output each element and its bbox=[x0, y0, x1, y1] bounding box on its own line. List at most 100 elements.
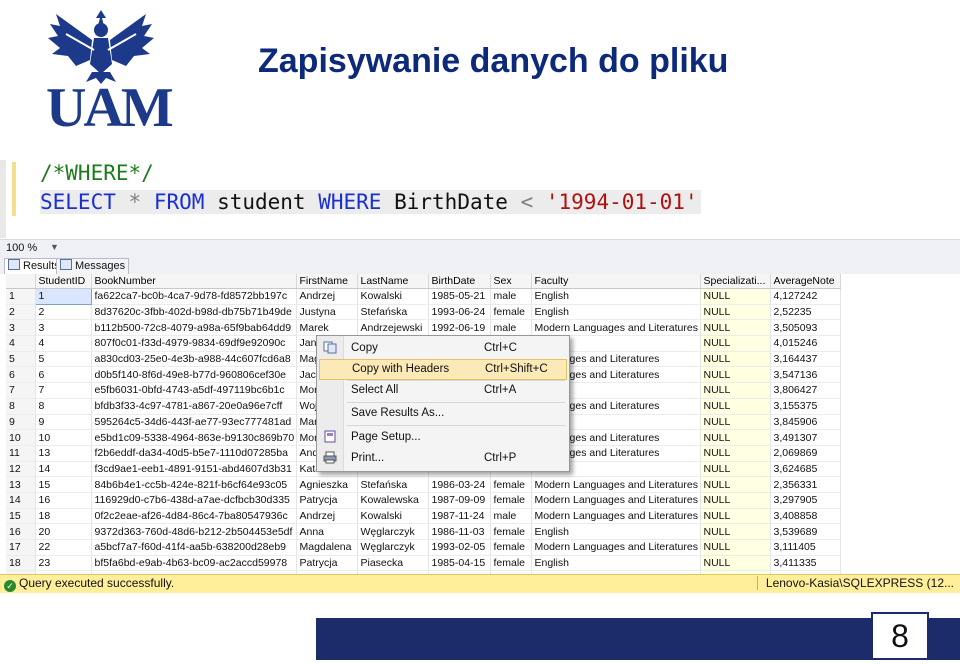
table-cell[interactable]: a830cd03-25e0-4e3b-a988-44c607fcd6a8 bbox=[91, 351, 297, 368]
row-number[interactable]: 17 bbox=[6, 539, 36, 556]
table-cell[interactable]: 1986-11-03 bbox=[428, 523, 491, 540]
table-cell[interactable]: Justyna bbox=[296, 304, 358, 321]
table-cell[interactable]: 4,015246 bbox=[770, 335, 841, 352]
table-cell[interactable]: 16 bbox=[35, 492, 92, 509]
row-number[interactable]: 8 bbox=[6, 398, 36, 415]
table-cell[interactable]: NULL bbox=[700, 492, 771, 509]
table-cell[interactable]: Modern Languages and Literatures bbox=[531, 492, 701, 509]
table-cell[interactable]: female bbox=[490, 492, 532, 509]
table-cell[interactable]: Marek bbox=[296, 319, 358, 337]
table-cell[interactable]: Modern Languages and Literatures bbox=[531, 476, 701, 493]
table-cell[interactable]: English bbox=[531, 555, 701, 572]
table-cell[interactable]: 18 bbox=[35, 508, 92, 525]
table-cell[interactable]: 1993-06-24 bbox=[428, 304, 491, 321]
table-cell[interactable]: Anna bbox=[296, 523, 358, 540]
table-cell[interactable]: 8d37620c-3fbb-402d-b98d-db75b71b49de bbox=[91, 304, 297, 321]
menu-item-select-all[interactable]: Select All Ctrl+A bbox=[345, 381, 567, 400]
table-cell[interactable]: male bbox=[490, 288, 532, 305]
table-cell[interactable]: Kowalski bbox=[357, 288, 429, 305]
row-number[interactable]: 6 bbox=[6, 366, 36, 384]
table-cell[interactable]: NULL bbox=[700, 398, 771, 415]
table-cell[interactable]: 3,111405 bbox=[770, 539, 841, 556]
table-cell[interactable]: 2,52235 bbox=[770, 304, 841, 321]
table-cell[interactable]: 3,411335 bbox=[770, 555, 841, 572]
table-cell[interactable]: 84b6b4e1-cc5b-424e-821f-b6cf64e93c05 bbox=[91, 476, 297, 493]
table-cell[interactable]: NULL bbox=[700, 335, 771, 352]
row-number[interactable]: 10 bbox=[6, 429, 36, 446]
table-cell[interactable]: Kowalewska bbox=[357, 492, 429, 509]
table-cell[interactable]: male bbox=[490, 508, 532, 525]
chevron-down-icon[interactable]: ▼ bbox=[50, 242, 59, 252]
table-cell[interactable]: b112b500-72c8-4079-a98a-65f9bab64dd9 bbox=[91, 319, 297, 337]
table-cell[interactable]: female bbox=[490, 476, 532, 493]
table-cell[interactable]: NULL bbox=[700, 304, 771, 321]
zoom-select[interactable]: 100 % bbox=[6, 242, 37, 254]
table-cell[interactable]: NULL bbox=[700, 539, 771, 556]
table-row[interactable]: 18 23 bf5fa6bd-e9ab-4b63-bc09-ac2accd59978… bbox=[6, 555, 841, 572]
row-number[interactable]: 4 bbox=[6, 335, 36, 352]
table-cell[interactable]: 4,127242 bbox=[770, 288, 841, 305]
table-cell[interactable]: 3,806427 bbox=[770, 382, 841, 399]
table-row[interactable]: 16 20 9372d363-760d-48d6-b212-2b504453e5df… bbox=[6, 523, 841, 540]
table-cell[interactable]: 4 bbox=[35, 335, 92, 352]
table-cell[interactable]: 23 bbox=[35, 555, 92, 572]
table-cell[interactable]: 10 bbox=[35, 429, 92, 446]
table-cell[interactable]: NULL bbox=[700, 319, 771, 337]
table-cell[interactable]: female bbox=[490, 523, 532, 540]
table-cell[interactable]: 1985-04-15 bbox=[428, 555, 491, 572]
table-cell[interactable]: 595264c5-34d6-443f-ae77-93ec777481ad bbox=[91, 414, 297, 431]
table-cell[interactable]: f3cd9ae1-eeb1-4891-9151-abd4607d3b31 bbox=[91, 461, 297, 478]
table-cell[interactable]: 0f2c2eae-af26-4d84-86c4-7ba80547936c bbox=[91, 508, 297, 525]
row-number[interactable]: 5 bbox=[6, 351, 36, 368]
table-cell[interactable]: NULL bbox=[700, 555, 771, 572]
column-header[interactable]: BookNumber bbox=[91, 274, 297, 289]
table-cell[interactable]: 3,297905 bbox=[770, 492, 841, 509]
table-row[interactable]: 15 18 0f2c2eae-af26-4d84-86c4-7ba80547936c… bbox=[6, 508, 841, 525]
table-cell[interactable]: Węglarczyk bbox=[357, 523, 429, 540]
table-cell[interactable]: 1 bbox=[34, 288, 92, 305]
table-cell[interactable]: 3,505093 bbox=[770, 319, 841, 337]
table-cell[interactable]: female bbox=[490, 539, 532, 556]
table-cell[interactable]: NULL bbox=[700, 351, 771, 368]
row-number[interactable]: 2 bbox=[6, 304, 36, 321]
row-number[interactable]: 15 bbox=[6, 508, 36, 525]
table-cell[interactable]: NULL bbox=[700, 523, 771, 540]
table-cell[interactable]: fa622ca7-bc0b-4ca7-9d78-fd8572bb197c bbox=[91, 288, 297, 305]
table-cell[interactable]: Agnieszka bbox=[296, 476, 358, 493]
table-cell[interactable]: 1993-02-05 bbox=[428, 539, 491, 556]
table-cell[interactable]: NULL bbox=[700, 366, 771, 384]
row-number[interactable]: 16 bbox=[6, 523, 36, 540]
table-cell[interactable]: English bbox=[531, 304, 701, 321]
table-cell[interactable]: Patrycja bbox=[296, 492, 358, 509]
menu-item-copy-with-headers[interactable]: Copy with Headers Ctrl+Shift+C bbox=[319, 359, 567, 380]
table-cell[interactable]: NULL bbox=[700, 288, 771, 305]
table-cell[interactable]: 22 bbox=[35, 539, 92, 556]
tab-results[interactable]: Results bbox=[4, 258, 64, 274]
row-number[interactable]: 9 bbox=[6, 414, 36, 431]
table-row[interactable]: 2 2 8d37620c-3fbb-402d-b98d-db75b71b49de Ju… bbox=[6, 304, 841, 321]
table-cell[interactable]: English bbox=[531, 288, 701, 305]
table-cell[interactable]: NULL bbox=[700, 414, 771, 431]
table-cell[interactable]: NULL bbox=[700, 461, 771, 478]
table-cell[interactable]: 807f0c01-f33d-4979-9834-69df9e92090c bbox=[91, 335, 297, 352]
table-cell[interactable]: Piasecka bbox=[357, 555, 429, 572]
table-cell[interactable]: Stefańska bbox=[357, 476, 429, 493]
table-cell[interactable]: bfdb3f33-4c97-4781-a867-20e0a96e7cff bbox=[91, 398, 297, 415]
table-cell[interactable]: male bbox=[490, 319, 532, 337]
table-cell[interactable]: 3,624685 bbox=[770, 461, 841, 478]
row-number[interactable]: 14 bbox=[6, 492, 36, 509]
column-header[interactable]: LastName bbox=[357, 274, 429, 289]
menu-item-save-results-as[interactable]: Save Results As... bbox=[345, 404, 567, 423]
table-cell[interactable]: English bbox=[531, 523, 701, 540]
table-cell[interactable]: Stefańska bbox=[357, 304, 429, 321]
table-cell[interactable]: NULL bbox=[700, 429, 771, 446]
table-cell[interactable]: 9372d363-760d-48d6-b212-2b504453e5df bbox=[91, 523, 297, 540]
row-number[interactable]: 1 bbox=[6, 288, 36, 305]
menu-item-print[interactable]: Print... Ctrl+P bbox=[345, 449, 567, 468]
row-number[interactable]: 18 bbox=[6, 555, 36, 572]
tab-messages[interactable]: Messages bbox=[56, 258, 130, 274]
table-cell[interactable]: 1987-11-24 bbox=[428, 508, 491, 525]
row-number[interactable]: 7 bbox=[6, 382, 36, 399]
column-header[interactable]: FirstName bbox=[296, 274, 358, 289]
table-cell[interactable]: Modern Languages and Literatures bbox=[531, 539, 701, 556]
